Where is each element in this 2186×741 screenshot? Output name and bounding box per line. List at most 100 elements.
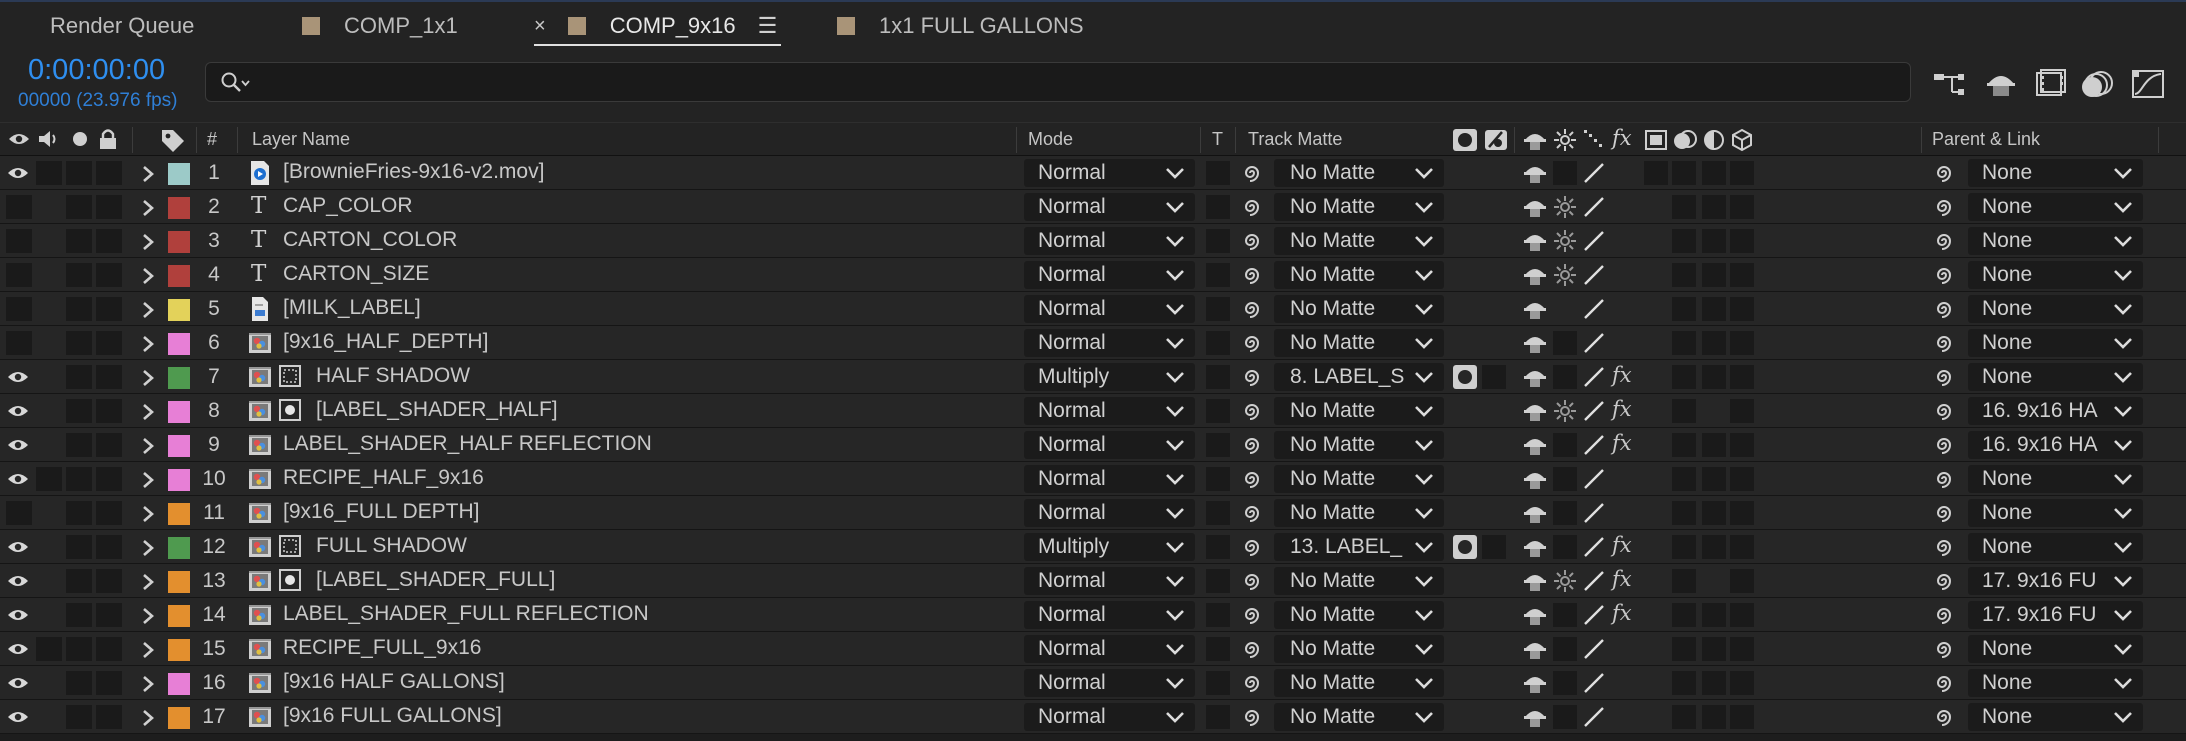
lock-toggle-box[interactable] — [96, 569, 122, 593]
layer-switch-box[interactable] — [1702, 637, 1726, 661]
collapse-transformations-icon[interactable] — [1553, 263, 1577, 287]
matte-invert-toggle[interactable] — [1482, 535, 1506, 559]
label-color-swatch[interactable] — [168, 367, 190, 389]
expand-chevron-icon[interactable] — [141, 300, 155, 325]
label-color-swatch[interactable] — [168, 639, 190, 661]
quality-slash-icon[interactable] — [1582, 671, 1606, 695]
expand-chevron-icon[interactable] — [141, 640, 155, 665]
quality-slash-icon[interactable] — [1582, 365, 1606, 389]
video-toggle-box[interactable] — [6, 331, 32, 355]
lock-toggle-box[interactable] — [96, 365, 122, 389]
preserve-transparency-box[interactable] — [1206, 671, 1230, 695]
solo-toggle-box[interactable] — [66, 535, 92, 559]
layer-switch-box[interactable] — [1730, 603, 1754, 627]
blend-mode-dropdown[interactable]: Multiply — [1024, 533, 1195, 561]
collapse-transformations-icon[interactable] — [1553, 229, 1577, 253]
effects-fx-icon[interactable]: fx — [1612, 431, 1632, 455]
lock-toggle-box[interactable] — [96, 263, 122, 287]
layer-row[interactable]: 12 FULL SHADOW Multiply 13. LABEL_ fx None — [0, 530, 2186, 564]
layer-switch-box[interactable] — [1702, 501, 1726, 525]
label-color-swatch[interactable] — [168, 435, 190, 457]
layer-switch-box[interactable] — [1730, 195, 1754, 219]
layer-switch-box[interactable] — [1730, 365, 1754, 389]
frame-blending-icon[interactable] — [2032, 66, 2068, 102]
video-eye-icon[interactable] — [7, 369, 29, 390]
video-toggle-box[interactable] — [6, 501, 32, 525]
layer-name[interactable]: [9x16_HALF_DEPTH] — [283, 330, 488, 354]
preserve-transparency-box[interactable] — [1206, 195, 1230, 219]
solo-toggle-box[interactable] — [66, 603, 92, 627]
layer-switch-box[interactable] — [1672, 467, 1696, 491]
effects-fx-icon[interactable]: fx — [1612, 397, 1632, 421]
audio-speaker-icon[interactable] — [37, 129, 61, 149]
expand-chevron-icon[interactable] — [141, 674, 155, 699]
expand-chevron-icon[interactable] — [141, 572, 155, 597]
solo-toggle-box[interactable] — [66, 195, 92, 219]
layer-switch-box[interactable] — [1730, 535, 1754, 559]
layer-switch-box[interactable] — [1672, 705, 1696, 729]
layer-switch-box[interactable] — [1702, 195, 1726, 219]
layer-switch-box[interactable] — [1672, 195, 1696, 219]
layer-name[interactable]: [MILK_LABEL] — [283, 296, 421, 320]
collapse-toggle-box[interactable] — [1553, 365, 1577, 389]
parent-pickwhip-icon[interactable] — [1932, 298, 1956, 325]
expand-chevron-icon[interactable] — [141, 436, 155, 461]
solo-toggle-box[interactable] — [66, 161, 92, 185]
expand-chevron-icon[interactable] — [141, 164, 155, 189]
track-matte-dropdown[interactable]: 8. LABEL_S — [1274, 363, 1444, 391]
quality-slash-icon[interactable] — [1582, 399, 1606, 423]
layer-row[interactable]: 17 [9x16 FULL GALLONS] Normal No Matte None — [0, 700, 2186, 734]
video-eye-icon[interactable] — [7, 641, 29, 662]
layer-row[interactable]: 13 [LABEL_SHADER_FULL] Normal No Matte fx 17.… — [0, 564, 2186, 598]
quality-slash-icon[interactable] — [1582, 501, 1606, 525]
track-matte-dropdown[interactable]: No Matte — [1274, 567, 1444, 595]
video-toggle-box[interactable] — [6, 263, 32, 287]
quality-slash-icon[interactable] — [1582, 297, 1606, 321]
label-color-swatch[interactable] — [168, 503, 190, 525]
collapse-transformations-icon[interactable] — [1553, 569, 1577, 593]
matte-pickwhip-icon[interactable] — [1240, 298, 1264, 325]
column-mode-header[interactable]: Mode — [1028, 129, 1073, 150]
graph-editor-icon[interactable] — [2130, 66, 2166, 102]
parent-dropdown[interactable]: None — [1968, 465, 2143, 493]
layer-switch-box[interactable] — [1702, 603, 1726, 627]
parent-pickwhip-icon[interactable] — [1932, 162, 1956, 189]
layer-row[interactable]: 10 RECIPE_HALF_9x16 Normal No Matte None — [0, 462, 2186, 496]
layer-switch-box[interactable] — [1730, 399, 1754, 423]
shy-switch-icon[interactable] — [1522, 229, 1546, 253]
layer-switch-box[interactable] — [1702, 229, 1726, 253]
lock-toggle-box[interactable] — [96, 671, 122, 695]
track-matte-dropdown[interactable]: No Matte — [1274, 295, 1444, 323]
collapse-toggle-box[interactable] — [1553, 705, 1577, 729]
shy-switch-icon[interactable] — [1522, 705, 1546, 729]
expand-chevron-icon[interactable] — [141, 708, 155, 733]
track-matte-dropdown[interactable]: No Matte — [1274, 703, 1444, 731]
track-matte-dropdown[interactable]: 13. LABEL_ — [1274, 533, 1444, 561]
expand-chevron-icon[interactable] — [141, 606, 155, 631]
layer-row[interactable]: 6 [9x16_HALF_DEPTH] Normal No Matte None — [0, 326, 2186, 360]
layer-switch-box[interactable] — [1730, 263, 1754, 287]
lock-toggle-box[interactable] — [96, 501, 122, 525]
layer-name[interactable]: LABEL_SHADER_HALF REFLECTION — [283, 432, 652, 456]
matte-pickwhip-icon[interactable] — [1240, 400, 1264, 427]
layer-switch-box[interactable] — [1730, 331, 1754, 355]
expand-chevron-icon[interactable] — [141, 504, 155, 529]
solo-toggle-box[interactable] — [66, 705, 92, 729]
close-tab-icon[interactable]: × — [534, 15, 546, 38]
layer-row[interactable]: 2 T CAP_COLOR Normal No Matte None — [0, 190, 2186, 224]
parent-dropdown[interactable]: None — [1968, 329, 2143, 357]
parent-dropdown[interactable]: None — [1968, 703, 2143, 731]
label-color-swatch[interactable] — [168, 163, 190, 185]
layer-switch-box[interactable] — [1702, 671, 1726, 695]
blend-mode-dropdown[interactable]: Normal — [1024, 295, 1195, 323]
track-matte-dropdown[interactable]: No Matte — [1274, 669, 1444, 697]
label-color-swatch[interactable] — [168, 469, 190, 491]
preserve-transparency-box[interactable] — [1206, 399, 1230, 423]
layer-name[interactable]: [LABEL_SHADER_FULL] — [316, 568, 555, 592]
label-color-swatch[interactable] — [168, 231, 190, 253]
collapse-toggle-box[interactable] — [1553, 637, 1577, 661]
solo-toggle-box[interactable] — [66, 263, 92, 287]
layer-switch-box[interactable] — [1702, 705, 1726, 729]
preserve-transparency-box[interactable] — [1206, 637, 1230, 661]
parent-pickwhip-icon[interactable] — [1932, 638, 1956, 665]
